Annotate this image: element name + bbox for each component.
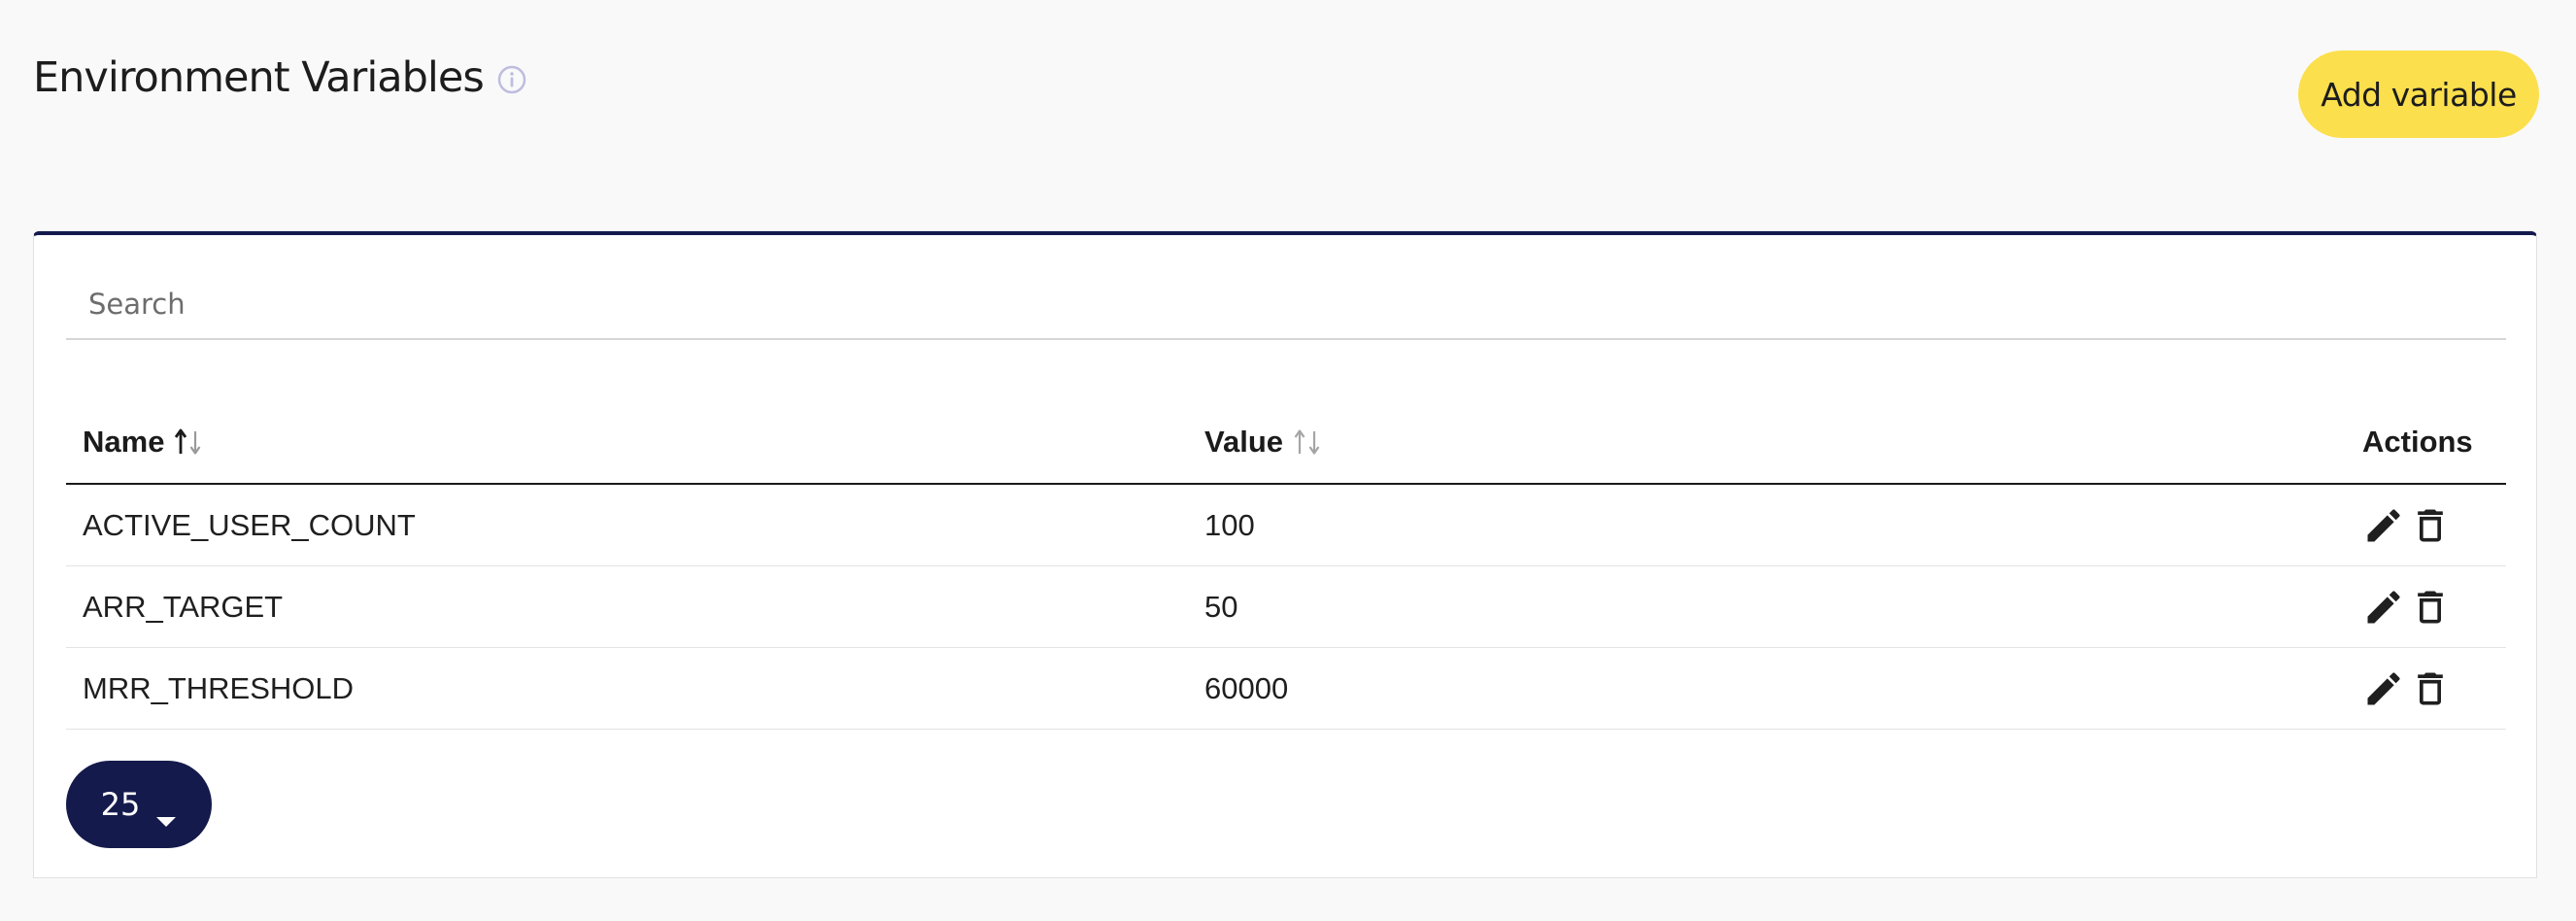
info-icon[interactable] [495,63,528,96]
page-size-select[interactable]: 25 [66,761,212,848]
column-header-value[interactable]: Value [1204,400,1324,483]
caret-down-icon [155,799,177,827]
row-actions [2362,648,2452,729]
table-header: Name Value Actions [66,400,2506,485]
column-header-name-label: Name [83,424,165,459]
variables-table: Name Value Actions ACTIVE_USER_COUNT 100… [66,400,2506,730]
delete-icon[interactable] [2409,504,2452,547]
variable-value: 50 [1204,589,1238,624]
sort-unsorted-icon[interactable] [1291,426,1324,459]
variable-value: 100 [1204,507,1255,542]
delete-icon[interactable] [2409,586,2452,629]
edit-icon[interactable] [2362,504,2405,547]
variable-value: 60000 [1204,670,1289,705]
page-size-value: 25 [100,786,141,823]
edit-icon[interactable] [2362,586,2405,629]
table-row: MRR_THRESHOLD 60000 [66,648,2506,730]
sort-ascending-icon[interactable] [172,426,205,459]
search-field [66,270,2506,340]
column-header-name[interactable]: Name [83,400,205,483]
add-variable-button[interactable]: Add variable [2298,51,2539,138]
row-actions [2362,566,2452,647]
table-row: ACTIVE_USER_COUNT 100 [66,485,2506,566]
column-header-actions: Actions [2362,424,2473,459]
table-row: ARR_TARGET 50 [66,566,2506,648]
delete-icon[interactable] [2409,667,2452,710]
search-input[interactable] [66,270,2506,338]
column-header-value-label: Value [1204,424,1283,459]
page-header: Environment Variables [33,49,528,107]
variable-name: MRR_THRESHOLD [83,670,355,705]
variable-name: ACTIVE_USER_COUNT [83,507,416,542]
page-title: Environment Variables [33,53,485,102]
row-actions [2362,485,2452,565]
variables-card: Name Value [33,231,2537,878]
variable-name: ARR_TARGET [83,589,284,624]
edit-icon[interactable] [2362,667,2405,710]
